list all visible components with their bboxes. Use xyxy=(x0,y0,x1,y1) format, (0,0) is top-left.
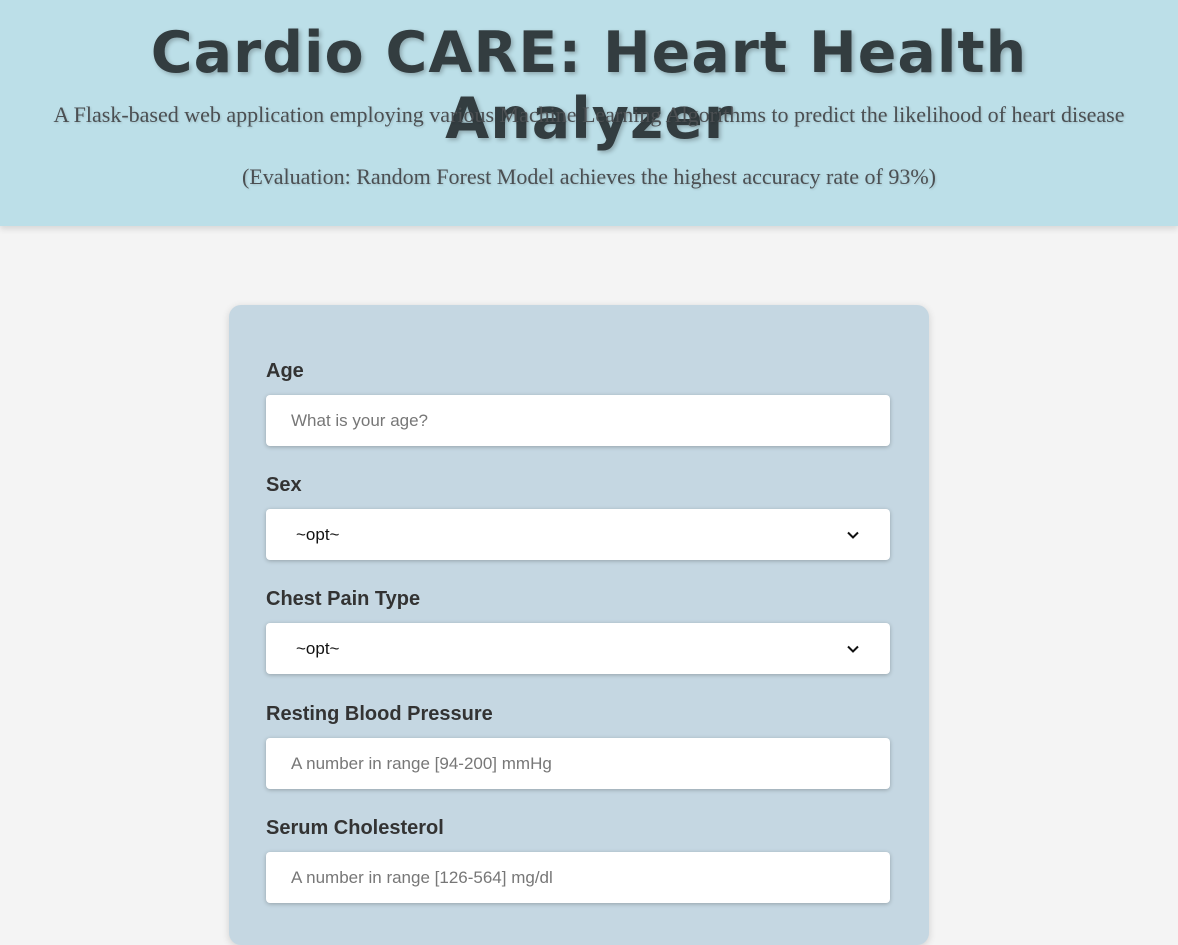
page-header: Cardio CARE: Heart Health Analyzer A Fla… xyxy=(0,0,1178,226)
cholesterol-label: Serum Cholesterol xyxy=(266,817,444,839)
chevron-down-icon xyxy=(847,531,859,539)
prediction-form: Age Sex ~opt~ Chest Pain Type ~opt~ Rest… xyxy=(229,305,929,945)
age-input[interactable] xyxy=(266,395,890,446)
sex-selected-value: ~opt~ xyxy=(296,524,340,544)
chevron-down-icon xyxy=(847,645,859,653)
age-label: Age xyxy=(266,360,304,382)
page-subtitle: A Flask-based web application employing … xyxy=(53,102,1125,127)
sex-select[interactable]: ~opt~ xyxy=(266,509,890,560)
chest-pain-label: Chest Pain Type xyxy=(266,588,421,610)
chest-pain-selected-value: ~opt~ xyxy=(296,638,340,658)
resting-bp-input[interactable] xyxy=(266,738,890,789)
sex-label: Sex xyxy=(266,474,302,496)
page-title: Cardio CARE: Heart Health Analyzer xyxy=(150,20,1028,152)
chest-pain-select[interactable]: ~opt~ xyxy=(266,623,890,674)
evaluation-note: (Evaluation: Random Forest Model achieve… xyxy=(242,164,936,189)
cholesterol-input[interactable] xyxy=(266,852,890,903)
resting-bp-label: Resting Blood Pressure xyxy=(266,703,493,725)
